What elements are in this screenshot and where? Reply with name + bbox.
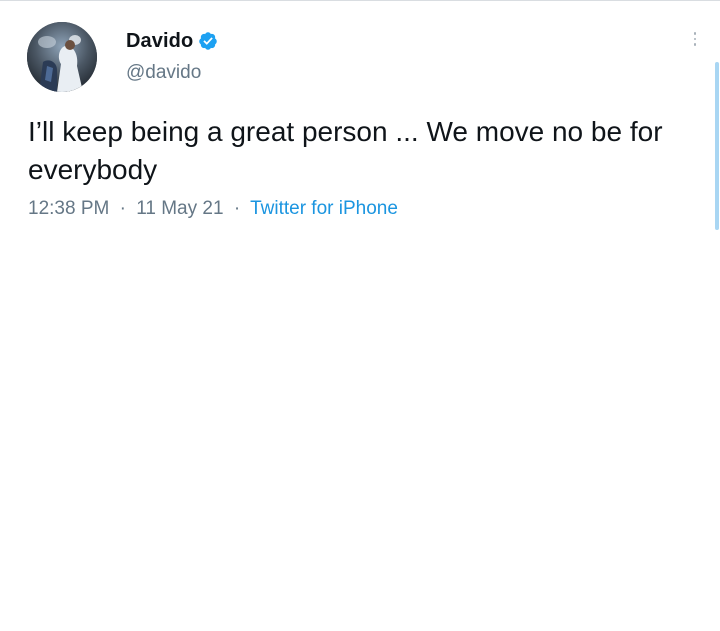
name-row: Davido	[126, 28, 218, 54]
tweet-card: Davido @davido I’ll keep being a great p…	[0, 0, 720, 631]
tweet-source-link[interactable]: Twitter for iPhone	[250, 198, 398, 219]
tweet-meta: 12:38 PM · 11 May 21 · Twitter for iPhon…	[28, 198, 398, 220]
tweet-text: I’ll keep being a great person ... We mo…	[28, 116, 663, 185]
tweet-time[interactable]: 12:38 PM	[28, 198, 109, 219]
profile-photo	[27, 22, 97, 92]
verified-badge-icon	[198, 31, 218, 51]
tweet-date[interactable]: 11 May 21	[136, 198, 223, 219]
avatar[interactable]	[27, 22, 97, 92]
meta-separator: ·	[119, 198, 126, 219]
scrollbar[interactable]	[715, 62, 719, 230]
more-vertical-icon[interactable]	[690, 32, 700, 50]
handle[interactable]: @davido	[126, 62, 218, 84]
display-name[interactable]: Davido	[126, 30, 193, 53]
meta-separator: ·	[233, 198, 241, 219]
author-block: Davido @davido	[126, 28, 218, 84]
